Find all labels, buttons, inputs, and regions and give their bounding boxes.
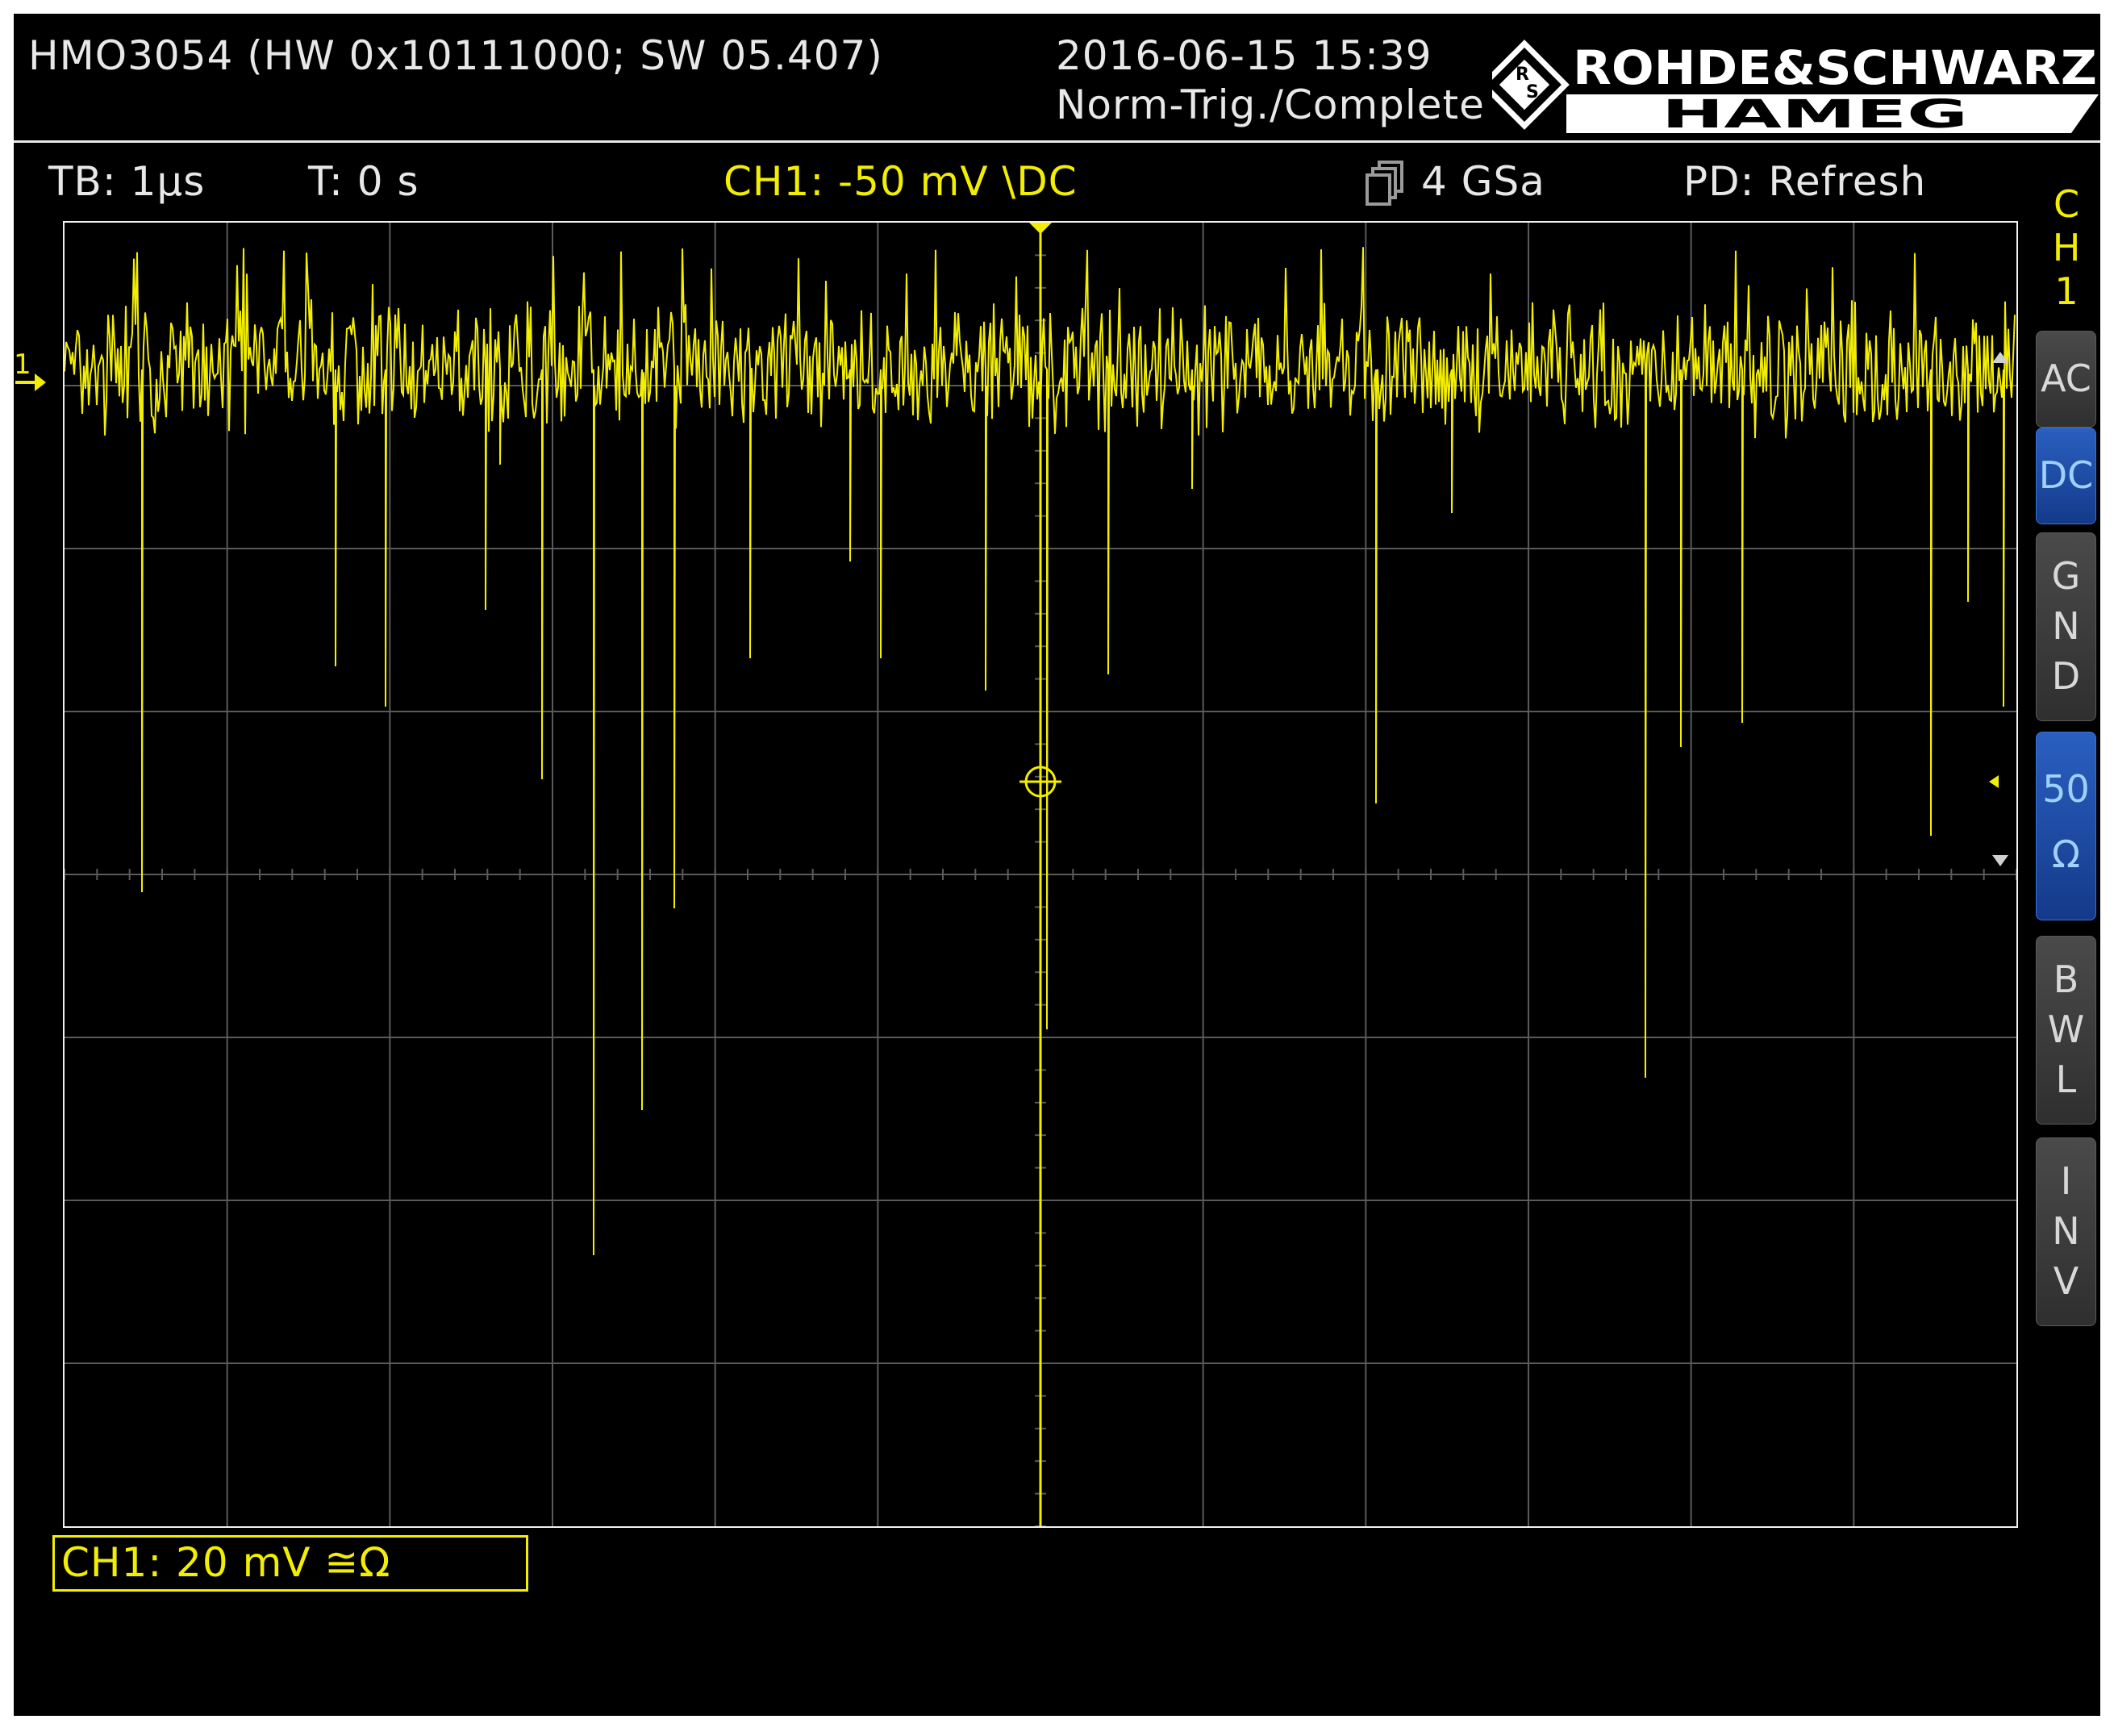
timebase-readout[interactable]: TB: 1µs <box>48 161 205 202</box>
trigger-info-readout[interactable]: CH1: -50 mV \DC <box>723 161 1078 202</box>
ch-letter-h: H <box>2052 225 2081 269</box>
channel-ground-marker-icon[interactable] <box>15 370 48 394</box>
channel-scale-label: CH1: 20 mV ≅Ω <box>61 1539 391 1586</box>
trigger-time-readout[interactable]: T: 0 s <box>308 161 419 202</box>
brand-top: ROHDE&SCHWARZ <box>1573 40 2097 95</box>
trigger-level-marker-icon[interactable] <box>1989 775 1999 788</box>
oscilloscope-screen: HMO3054 (HW 0x10111000; SW 05.407) 2016-… <box>14 14 2100 1716</box>
rohde-schwarz-hameg-logo: R S ROHDE&SCHWARZ HAMEG <box>1492 40 2099 135</box>
title-bar: HMO3054 (HW 0x10111000; SW 05.407) 2016-… <box>14 14 2100 143</box>
trigger-status: Norm-Trig./Complete <box>1056 81 1485 128</box>
scroll-down-marker-icon[interactable] <box>1992 855 2008 866</box>
invert-button[interactable]: I N V <box>2036 1137 2096 1326</box>
coupling-gnd-button[interactable]: G N D <box>2036 532 2096 721</box>
channel-scale-box[interactable]: CH1: 20 mV ≅Ω <box>52 1535 528 1592</box>
waveform-display[interactable] <box>63 221 2018 1528</box>
trigger-position-marker-icon[interactable] <box>1029 223 1052 234</box>
coupling-ac-button[interactable]: AC <box>2036 331 2096 428</box>
channel-vertical-label: C H 1 <box>2034 182 2099 313</box>
svg-text:S: S <box>1526 82 1539 102</box>
brand-bottom: HAMEG <box>1662 92 1968 135</box>
ch-number: 1 <box>2054 269 2079 313</box>
title-separator <box>14 140 2100 143</box>
impedance-50ohm-button[interactable]: 50 Ω <box>2036 732 2096 920</box>
persistence-readout[interactable]: PD: Refresh <box>1683 161 1926 202</box>
sample-rate-readout[interactable]: 4 GSa <box>1421 161 1545 202</box>
coupling-dc-button[interactable]: DC <box>2036 428 2096 524</box>
model-info: HMO3054 (HW 0x10111000; SW 05.407) <box>28 32 883 79</box>
datetime: 2016-06-15 15:39 <box>1056 32 1432 79</box>
acquisition-icon <box>1366 161 1403 206</box>
bandwidth-limit-button[interactable]: B W L <box>2036 936 2096 1125</box>
ch-letter-c: C <box>2053 182 2080 226</box>
waveform-plot <box>65 223 2016 1526</box>
